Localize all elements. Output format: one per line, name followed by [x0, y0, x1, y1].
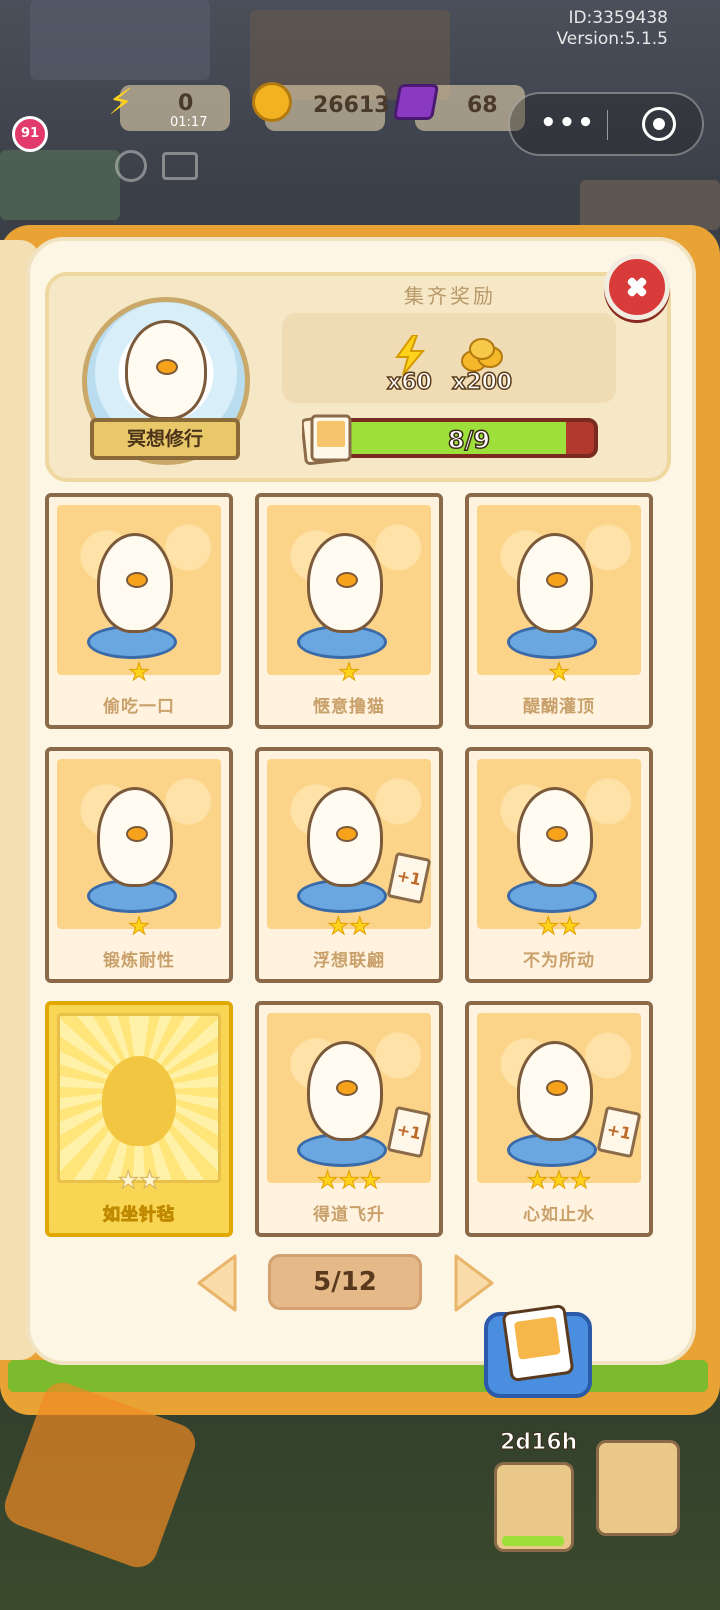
- duplicate-badge: +1: [386, 1105, 431, 1159]
- duck-figure: [307, 533, 383, 633]
- coin-reward-qty: x200: [451, 369, 513, 396]
- gem-value: 68: [467, 93, 498, 118]
- duplicate-badge: +1: [386, 851, 431, 905]
- game-version: Version:5.1.5: [556, 29, 669, 49]
- card-label: 惬意撸猫: [313, 697, 385, 717]
- card-illustration: [57, 1013, 221, 1183]
- star-rating: ★★: [537, 912, 581, 940]
- collection-card[interactable]: ★ 醍醐灌顶: [465, 493, 653, 729]
- duck-beak: [336, 826, 358, 842]
- duck-figure: [307, 1041, 383, 1141]
- duck-figure: [307, 787, 383, 887]
- page-indicator: 5/12: [268, 1254, 422, 1310]
- id-version: ID:3359438 Version:5.1.5: [557, 8, 669, 50]
- duck-beak: [336, 572, 358, 588]
- event-progress: [502, 1536, 564, 1546]
- duck-figure: [517, 533, 593, 633]
- album-button[interactable]: [484, 1303, 592, 1398]
- duck-beak: [336, 1080, 358, 1096]
- coins-icon: [461, 338, 503, 372]
- lightning-icon: ⚡: [108, 82, 134, 123]
- card-illustration: +1: [477, 1013, 641, 1183]
- reward-items-panel: [282, 313, 616, 403]
- star-rating: ★: [548, 658, 571, 686]
- card-label: 醍醐灌顶: [523, 697, 595, 717]
- duck-figure: [125, 320, 207, 420]
- coins-icon: [252, 82, 292, 122]
- collection-card[interactable]: ★ 锻炼耐性: [45, 747, 233, 983]
- duck-figure: [517, 787, 593, 887]
- duck-beak: [126, 572, 148, 588]
- card-label: 不为所动: [523, 951, 595, 971]
- page-indicator-text: 5/12: [313, 1267, 377, 1297]
- close-miniprogram-icon[interactable]: [642, 107, 676, 141]
- card-illustration: [477, 759, 641, 929]
- miniprogram-capsule: •••: [508, 92, 704, 156]
- duck-figure: [517, 1041, 593, 1141]
- mail-icon[interactable]: [162, 152, 198, 180]
- card-stack-icon: [302, 414, 352, 465]
- card-illustration: +1: [267, 759, 431, 929]
- card-illustration: +1: [267, 1013, 431, 1183]
- chevron-right-icon[interactable]: [452, 1252, 496, 1314]
- duck-beak: [156, 359, 178, 375]
- more-icon[interactable]: •••: [540, 108, 596, 138]
- collection-card[interactable]: ★★ 不为所动: [465, 747, 653, 983]
- player-id: ID:3359438: [568, 8, 668, 28]
- card-label: 浮想联翩: [313, 951, 385, 971]
- collection-card[interactable]: ★ 偷吃一口: [45, 493, 233, 729]
- card-label: 如坐针毡: [103, 1205, 175, 1226]
- lightning-icon: [395, 335, 426, 375]
- duck-figure: [97, 787, 173, 887]
- energy-timer: 01:17: [170, 115, 208, 130]
- collection-progress-bar: 8/9: [340, 418, 598, 458]
- duplicate-badge: +1: [596, 1105, 641, 1159]
- card-label: 锻炼耐性: [103, 951, 175, 971]
- duck-beak: [126, 826, 148, 842]
- collection-name-banner: 冥想修行: [90, 418, 240, 460]
- reward-title: 集齐奖励: [404, 284, 496, 308]
- collection-card[interactable]: ★★ 如坐针毡: [45, 1001, 233, 1237]
- duck-beak: [546, 826, 568, 842]
- star-rating: ★: [338, 658, 361, 686]
- star-rating: ★: [128, 912, 151, 940]
- card-illustration: [267, 505, 431, 675]
- progress-text: 8/9: [447, 425, 491, 454]
- card-illustration: [57, 505, 221, 675]
- level-value: 91: [20, 126, 40, 141]
- friends-button[interactable]: [596, 1440, 680, 1536]
- album-icon: [501, 1303, 575, 1383]
- star-rating: ★: [128, 658, 151, 686]
- collection-card[interactable]: +1 ★★★ 心如止水: [465, 1001, 653, 1237]
- collection-card[interactable]: +1 ★★ 浮想联翩: [255, 747, 443, 983]
- card-label: 得道飞升: [313, 1205, 385, 1225]
- coin-value: 26613: [313, 93, 390, 118]
- duck-beak: [546, 572, 568, 588]
- chevron-left-icon[interactable]: [195, 1252, 239, 1314]
- collection-card[interactable]: ★ 惬意撸猫: [255, 493, 443, 729]
- card-illustration: [57, 759, 221, 929]
- capsule-divider: [607, 110, 608, 140]
- level-badge[interactable]: 91: [12, 116, 48, 152]
- card-label: 偷吃一口: [103, 697, 175, 717]
- energy-counter[interactable]: 0 01:17: [120, 85, 230, 131]
- collection-name: 冥想修行: [126, 428, 203, 450]
- star-rating: ★★: [327, 912, 371, 940]
- energy-reward-qty: x60: [386, 369, 432, 396]
- star-rating: ★★★: [526, 1166, 592, 1194]
- card-illustration: [477, 505, 641, 675]
- duck-figure: [97, 533, 173, 633]
- gem-icon: [392, 84, 440, 120]
- star-rating: ★★★: [316, 1166, 382, 1194]
- event-timer: 2d16h: [499, 1430, 578, 1456]
- star-rating: ★★: [117, 1166, 161, 1194]
- duck-beak: [546, 1080, 568, 1096]
- settings-icon[interactable]: [115, 150, 147, 182]
- card-label: 心如止水: [523, 1205, 595, 1225]
- close-button[interactable]: [604, 254, 670, 320]
- energy-value: 0: [178, 91, 194, 116]
- collection-card[interactable]: +1 ★★★ 得道飞升: [255, 1001, 443, 1237]
- locked-silhouette: [102, 1056, 176, 1146]
